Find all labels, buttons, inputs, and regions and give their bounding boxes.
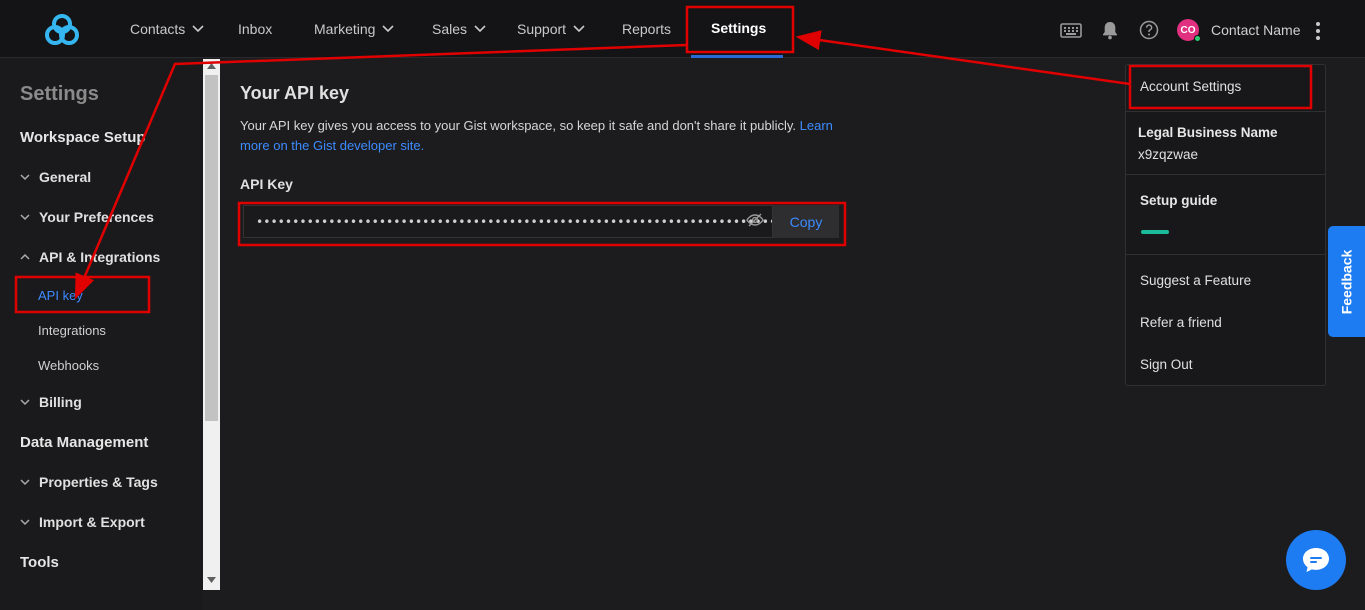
eye-off-icon[interactable] [746, 212, 764, 228]
chevron-down-icon [20, 399, 30, 406]
nav-sales-label: Sales [432, 21, 468, 37]
chevron-up-icon [20, 253, 30, 260]
sidebar-scrollbar-thumb[interactable] [205, 75, 218, 421]
menu-divider [1126, 254, 1325, 255]
sidebar-item-label: Import & Export [39, 514, 145, 530]
chat-bubble-icon [1303, 548, 1329, 572]
chat-launcher-button[interactable] [1286, 530, 1346, 590]
nav-reports-label: Reports [622, 21, 672, 37]
api-key-label: API Key [240, 176, 293, 192]
more-vertical-icon[interactable] [1312, 21, 1324, 41]
description-text: Your API key gives you access to your Gi… [240, 118, 796, 133]
nav-settings-label: Settings [711, 20, 767, 36]
legal-business-name-label: Legal Business Name [1138, 125, 1278, 140]
menu-item-suggest-feature[interactable]: Suggest a Feature [1140, 273, 1251, 288]
scroll-down-arrow-icon[interactable] [207, 577, 216, 583]
api-key-field[interactable]: ••••••••••••••••••••••••••••••••••••••••… [243, 205, 773, 238]
api-key-masked-value: ••••••••••••••••••••••••••••••••••••••••… [256, 214, 773, 229]
online-status-dot [1194, 35, 1201, 42]
account-dropdown-menu: Account Settings Legal Business Name x9z… [1125, 64, 1326, 386]
top-navigation-bar: Contacts Inbox Marketing Sales Support R… [0, 0, 1365, 58]
contact-name[interactable]: Contact Name [1211, 22, 1300, 38]
settings-sidebar: Settings Workspace Setup General Your Pr… [0, 59, 203, 610]
nav-marketing[interactable]: Marketing [314, 0, 395, 58]
section-workspace-setup: Workspace Setup [20, 129, 146, 146]
page-description: Your API key gives you access to your Gi… [240, 116, 840, 156]
sidebar-item-label: General [39, 169, 92, 185]
chevron-down-icon [474, 25, 486, 33]
chevron-down-icon [20, 479, 30, 486]
chevron-down-icon [20, 174, 30, 181]
sidebar-item-general[interactable]: General [20, 169, 91, 185]
sidebar-item-label: Your Preferences [39, 209, 154, 225]
nav-sales[interactable]: Sales [432, 0, 486, 58]
avatar-initials: CO [1180, 24, 1196, 36]
sidebar-item-import-export[interactable]: Import & Export [20, 514, 145, 530]
active-tab-indicator [691, 55, 783, 58]
page-title: Your API key [240, 83, 350, 103]
feedback-tab[interactable]: Feedback [1328, 226, 1365, 337]
copy-button-label: Copy [789, 213, 823, 230]
setup-guide-progress [1141, 230, 1169, 234]
menu-item-setup-guide[interactable]: Setup guide [1140, 193, 1217, 208]
chevron-down-icon [192, 25, 204, 33]
legal-business-name-value: x9zqzwae [1138, 147, 1199, 162]
nav-contacts-label: Contacts [130, 21, 186, 37]
sidebar-item-label: API & Integrations [39, 249, 161, 265]
help-icon[interactable] [1138, 19, 1160, 41]
nav-inbox-label: Inbox [238, 21, 273, 37]
sidebar-item-properties-tags[interactable]: Properties & Tags [20, 474, 158, 490]
sidebar-item-webhooks[interactable]: Webhooks [38, 358, 99, 373]
nav-marketing-label: Marketing [314, 21, 376, 37]
chevron-down-icon [20, 519, 30, 526]
nav-support-label: Support [517, 21, 567, 37]
section-data-management: Data Management [20, 434, 149, 451]
chevron-down-icon [573, 25, 585, 33]
menu-divider [1126, 174, 1325, 175]
keyboard-icon[interactable] [1060, 19, 1082, 41]
nav-reports[interactable]: Reports [622, 0, 671, 58]
menu-item-sign-out[interactable]: Sign Out [1140, 357, 1193, 372]
section-tools: Tools [20, 554, 59, 571]
nav-settings[interactable]: Settings [711, 0, 766, 57]
sidebar-item-api-integrations[interactable]: API & Integrations [20, 249, 160, 265]
gist-logo-icon[interactable] [44, 13, 80, 47]
sidebar-item-label: Billing [39, 394, 82, 410]
copy-button[interactable]: Copy [773, 205, 839, 238]
sidebar-item-api-key[interactable]: API key [38, 288, 83, 303]
chevron-down-icon [382, 25, 395, 33]
scroll-up-arrow-icon[interactable] [207, 63, 216, 69]
chevron-down-icon [20, 214, 30, 221]
bell-icon[interactable] [1099, 19, 1121, 41]
menu-item-account-settings[interactable]: Account Settings [1140, 79, 1241, 94]
feedback-label: Feedback [1338, 249, 1355, 314]
sidebar-item-integrations[interactable]: Integrations [38, 323, 106, 338]
sidebar-title: Settings [20, 83, 99, 105]
sidebar-item-billing[interactable]: Billing [20, 394, 82, 410]
menu-divider [1126, 111, 1325, 112]
sidebar-item-label: Properties & Tags [39, 474, 158, 490]
menu-item-refer-friend[interactable]: Refer a friend [1140, 315, 1222, 330]
nav-inbox[interactable]: Inbox [238, 0, 272, 58]
nav-contacts[interactable]: Contacts [130, 0, 204, 58]
sidebar-item-your-preferences[interactable]: Your Preferences [20, 209, 154, 225]
nav-support[interactable]: Support [517, 0, 585, 58]
